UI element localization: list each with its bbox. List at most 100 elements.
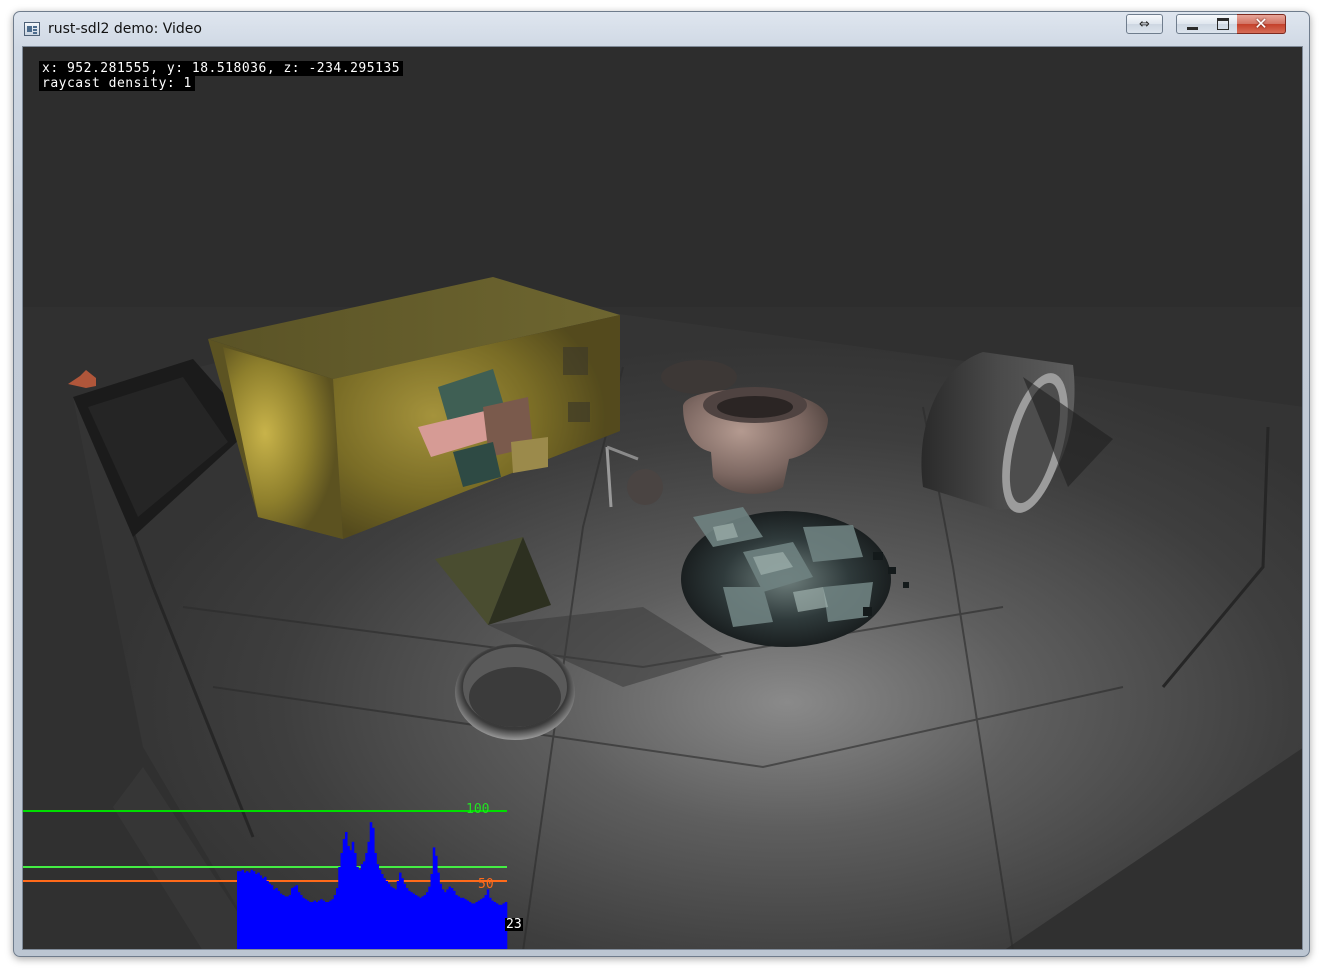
graph-bar [392,888,395,949]
graph-bar [279,893,283,949]
graph-bar [243,872,247,949]
graph-bar [304,899,308,949]
graph-bar [459,897,463,949]
graph-bar [477,900,481,949]
graph-bar [270,885,274,949]
graph-bar [390,886,393,949]
graph-bar [286,896,290,949]
graph-bar [372,827,375,949]
graph-bar [248,872,251,949]
graph-bar [342,839,346,949]
graph-bar [468,902,472,949]
raycast-density-readout: raycast density: 1 [39,76,195,91]
graph-bar [313,900,317,949]
graph-bar [453,890,456,949]
graph-bar [480,899,483,949]
graph-bar [396,881,400,949]
graph-bar [405,888,409,949]
minimize-icon [1187,26,1198,30]
graph-bar [432,847,436,949]
graph-bar [246,871,249,949]
graph-bar [354,853,357,949]
graph-bar [408,890,411,949]
maximize-icon [1216,18,1229,30]
app-window-icon[interactable] [24,22,40,36]
title-bar[interactable]: rust-sdl2 demo: Video ⇔ ✕ [14,12,1309,46]
graph-bar [471,903,474,949]
graph-bar [493,902,497,949]
graph-bar [302,897,305,949]
graph-bar [252,871,256,949]
graph-bar [306,900,310,949]
graph-bar [241,869,245,949]
graph-bar [473,903,476,949]
graph-bar [273,889,276,949]
graph-bar [275,888,278,949]
graph-bar [356,867,359,949]
frame-time-graph: 100 50 23 [23,787,543,949]
graph-bar [401,878,404,949]
graph-bar [498,904,501,949]
graph-bar [419,897,422,949]
graph-bar [466,900,470,949]
close-button[interactable]: ✕ [1237,14,1286,34]
graph-bar [378,869,382,949]
graph-bar [237,871,240,949]
graph-bar [277,890,281,949]
graph-bar [430,874,434,949]
maximize-button[interactable] [1208,14,1238,34]
snap-button[interactable]: ⇔ [1126,14,1163,34]
double-arrow-icon: ⇔ [1139,16,1150,32]
graph-bar [464,899,467,949]
graph-bar [383,878,386,949]
graph-bar [300,895,303,949]
graph-bar [320,899,323,949]
graph-bar [381,874,384,949]
graph-bar [482,897,485,949]
graph-bar [365,853,368,949]
graph-bar [423,895,427,949]
graph-bar [293,886,296,949]
graph-bar [385,881,389,949]
graph-bar [261,878,265,949]
graph-bar [259,875,263,949]
graph-bar [367,841,371,949]
frame-time-graph-svg [23,810,508,949]
graph-bar [288,895,292,949]
graph-bar [410,892,413,949]
graph-bar [351,841,355,949]
graph-bar [322,900,326,949]
graph-bar [360,864,364,949]
graph-bar [441,889,445,949]
graph-bar [309,902,312,949]
minimize-button[interactable] [1176,14,1209,34]
graph-bar [318,900,321,949]
render-viewport[interactable]: x: 952.281555, y: 18.518036, z: -234.295… [22,46,1303,950]
graph-bar [489,897,492,949]
graph-bar [336,888,339,949]
graph-bar [448,886,452,949]
graph-bar [327,902,330,949]
graph-bar [268,883,272,949]
app-window: rust-sdl2 demo: Video ⇔ ✕ x: 952.281555,… [13,11,1310,957]
graph-bar [376,864,380,949]
graph-bar [426,892,429,949]
position-readout: x: 952.281555, y: 18.518036, z: -234.295… [39,61,404,76]
graph-current-value: 23 [505,917,523,932]
graph-bar [329,900,332,949]
graph-bar [428,886,431,949]
graph-bar [439,883,443,949]
graph-bar [369,822,373,949]
graph-bar [444,892,447,949]
graph-bar [387,883,391,949]
graph-bar [349,850,353,949]
window-title: rust-sdl2 demo: Video [48,21,202,37]
graph-bar [340,853,344,949]
graph-bar [250,869,254,949]
graph-bar [297,892,301,949]
graph-bar [331,899,335,949]
graph-bar [255,874,258,949]
graph-bar [486,889,490,949]
graph-bar [257,872,260,949]
graph-bar [437,872,440,949]
